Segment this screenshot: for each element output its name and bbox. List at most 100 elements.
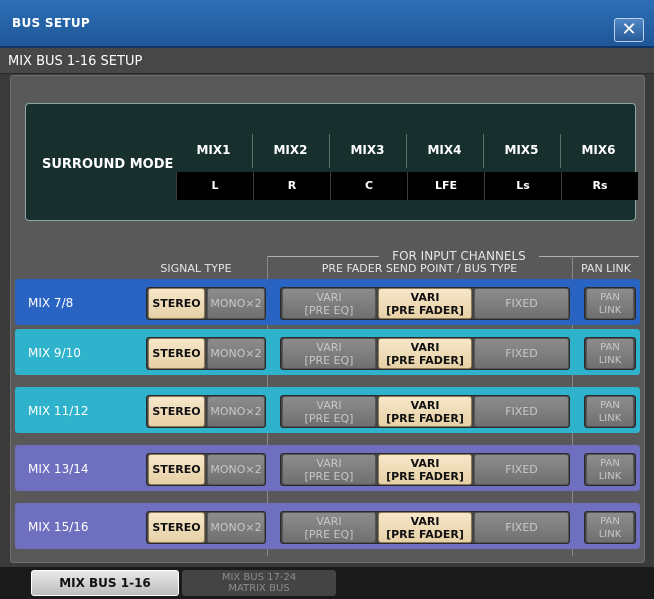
button-line: PAN bbox=[600, 399, 620, 411]
button-line: VARI bbox=[316, 290, 342, 304]
mono-x2-button[interactable]: MONO×2 bbox=[207, 338, 265, 369]
vari-pre-fader-button[interactable]: VARI [PRE FADER] bbox=[378, 512, 472, 543]
channel-cell: Rs bbox=[561, 172, 638, 200]
fixed-button[interactable]: FIXED bbox=[474, 454, 569, 485]
stereo-button[interactable]: STEREO bbox=[148, 512, 205, 543]
divider bbox=[483, 134, 484, 168]
signal-type-group: STEREO MONO×2 bbox=[146, 287, 266, 320]
divider bbox=[539, 256, 572, 257]
button-line: LINK bbox=[598, 304, 622, 316]
section-header: MIX BUS 1-16 SETUP bbox=[0, 48, 654, 74]
mono-x2-button[interactable]: MONO×2 bbox=[207, 512, 265, 543]
stereo-button[interactable]: STEREO bbox=[148, 338, 205, 369]
button-line: VARI bbox=[410, 340, 440, 354]
bus-label: MIX 13/14 bbox=[28, 462, 89, 476]
channel-cell: C bbox=[330, 172, 407, 200]
button-line: VARI bbox=[316, 340, 342, 354]
vari-pre-fader-button[interactable]: VARI [PRE FADER] bbox=[378, 338, 472, 369]
channel-cell: Ls bbox=[484, 172, 561, 200]
mono-x2-button[interactable]: MONO×2 bbox=[207, 454, 265, 485]
mix-header: MIX1 bbox=[196, 143, 231, 157]
fixed-button[interactable]: FIXED bbox=[474, 396, 569, 427]
close-icon[interactable]: ✕ bbox=[614, 18, 644, 42]
mix-bus-panel: SURROUND MODE MIX1 MIX2 MIX3 MIX4 MIX5 M… bbox=[10, 75, 645, 563]
tab-mix-bus-1-16[interactable]: MIX BUS 1-16 bbox=[31, 570, 179, 596]
pan-link-button[interactable]: PAN LINK bbox=[586, 338, 634, 369]
tab-mix-bus-17-24-matrix[interactable]: MIX BUS 17-24 MATRIX BUS bbox=[182, 570, 336, 596]
button-line: [PRE FADER] bbox=[386, 411, 464, 425]
divider bbox=[267, 256, 379, 257]
send-point-group: VARI [PRE EQ] VARI [PRE FADER] FIXED bbox=[280, 511, 570, 544]
pan-link-button[interactable]: PAN LINK bbox=[586, 288, 634, 319]
channel-cell: R bbox=[253, 172, 330, 200]
button-line: VARI bbox=[316, 456, 342, 470]
fixed-button[interactable]: FIXED bbox=[474, 338, 569, 369]
bus-row-mix-9-10: MIX 9/10 STEREO MONO×2 VARI [PRE EQ] VAR… bbox=[15, 329, 640, 375]
button-line: [PRE EQ] bbox=[304, 527, 354, 541]
button-line: PAN bbox=[600, 457, 620, 469]
fixed-button[interactable]: FIXED bbox=[474, 512, 569, 543]
button-line: LINK bbox=[598, 354, 622, 366]
button-line: [PRE FADER] bbox=[386, 303, 464, 317]
signal-type-group: STEREO MONO×2 bbox=[146, 511, 266, 544]
mix-header: MIX4 bbox=[427, 143, 462, 157]
button-line: [PRE EQ] bbox=[304, 469, 354, 483]
button-line: VARI bbox=[316, 398, 342, 412]
window-title: BUS SETUP bbox=[12, 16, 90, 30]
button-line: [PRE FADER] bbox=[386, 469, 464, 483]
surround-mode-label: SURROUND MODE bbox=[42, 157, 174, 172]
channel-cell: L bbox=[176, 172, 253, 200]
button-line: LINK bbox=[598, 412, 622, 424]
signal-type-group: STEREO MONO×2 bbox=[146, 337, 266, 370]
pan-link-group: PAN LINK bbox=[584, 453, 636, 486]
vari-pre-eq-button[interactable]: VARI [PRE EQ] bbox=[282, 396, 376, 427]
signal-type-group: STEREO MONO×2 bbox=[146, 395, 266, 428]
bus-label: MIX 15/16 bbox=[28, 520, 89, 534]
pan-link-button[interactable]: PAN LINK bbox=[586, 512, 634, 543]
surround-mode-box: SURROUND MODE MIX1 MIX2 MIX3 MIX4 MIX5 M… bbox=[25, 103, 638, 221]
pan-link-group: PAN LINK bbox=[584, 511, 636, 544]
button-line: VARI bbox=[410, 290, 440, 304]
bus-tabs: MIX BUS 1-16 MIX BUS 17-24 MATRIX BUS bbox=[0, 567, 654, 599]
button-line: VARI bbox=[410, 514, 440, 528]
mix-header: MIX3 bbox=[350, 143, 385, 157]
title-bar: BUS SETUP ✕ bbox=[0, 0, 654, 48]
vari-pre-eq-button[interactable]: VARI [PRE EQ] bbox=[282, 288, 376, 319]
channel-cell: LFE bbox=[407, 172, 484, 200]
bus-setup-window: BUS SETUP ✕ MIX BUS 1-16 SETUP SURROUND … bbox=[0, 0, 654, 599]
button-line: [PRE EQ] bbox=[304, 303, 354, 317]
vari-pre-eq-button[interactable]: VARI [PRE EQ] bbox=[282, 512, 376, 543]
button-line: [PRE EQ] bbox=[304, 411, 354, 425]
stereo-button[interactable]: STEREO bbox=[148, 454, 205, 485]
mono-x2-button[interactable]: MONO×2 bbox=[207, 396, 265, 427]
bus-row-mix-11-12: MIX 11/12 STEREO MONO×2 VARI [PRE EQ] VA… bbox=[15, 387, 640, 433]
vari-pre-fader-button[interactable]: VARI [PRE FADER] bbox=[378, 454, 472, 485]
button-line: VARI bbox=[316, 514, 342, 528]
divider bbox=[329, 134, 330, 168]
vari-pre-fader-button[interactable]: VARI [PRE FADER] bbox=[378, 288, 472, 319]
vari-pre-fader-button[interactable]: VARI [PRE FADER] bbox=[378, 396, 472, 427]
stereo-button[interactable]: STEREO bbox=[148, 288, 205, 319]
tab-label-line: MIX BUS 17-24 bbox=[221, 572, 297, 583]
pan-link-group: PAN LINK bbox=[584, 395, 636, 428]
pre-fader-send-header: PRE FADER SEND POINT / BUS TYPE bbox=[321, 262, 518, 275]
button-line: LINK bbox=[598, 528, 622, 540]
bus-row-mix-7-8: MIX 7/8 STEREO MONO×2 VARI [PRE EQ] VARI… bbox=[15, 279, 640, 325]
pan-link-group: PAN LINK bbox=[584, 337, 636, 370]
mono-x2-button[interactable]: MONO×2 bbox=[207, 288, 265, 319]
mix-header: MIX6 bbox=[581, 143, 616, 157]
divider bbox=[406, 134, 407, 168]
button-line: [PRE FADER] bbox=[386, 353, 464, 367]
for-input-channels-header: FOR INPUT CHANNELS bbox=[392, 249, 526, 263]
vari-pre-eq-button[interactable]: VARI [PRE EQ] bbox=[282, 338, 376, 369]
vari-pre-eq-button[interactable]: VARI [PRE EQ] bbox=[282, 454, 376, 485]
pan-link-button[interactable]: PAN LINK bbox=[586, 454, 634, 485]
pan-link-button[interactable]: PAN LINK bbox=[586, 396, 634, 427]
stereo-button[interactable]: STEREO bbox=[148, 396, 205, 427]
fixed-button[interactable]: FIXED bbox=[474, 288, 569, 319]
mix-header: MIX2 bbox=[273, 143, 308, 157]
divider bbox=[560, 134, 561, 168]
button-line: VARI bbox=[410, 398, 440, 412]
tab-label-line: MATRIX BUS bbox=[228, 583, 290, 594]
send-point-group: VARI [PRE EQ] VARI [PRE FADER] FIXED bbox=[280, 287, 570, 320]
